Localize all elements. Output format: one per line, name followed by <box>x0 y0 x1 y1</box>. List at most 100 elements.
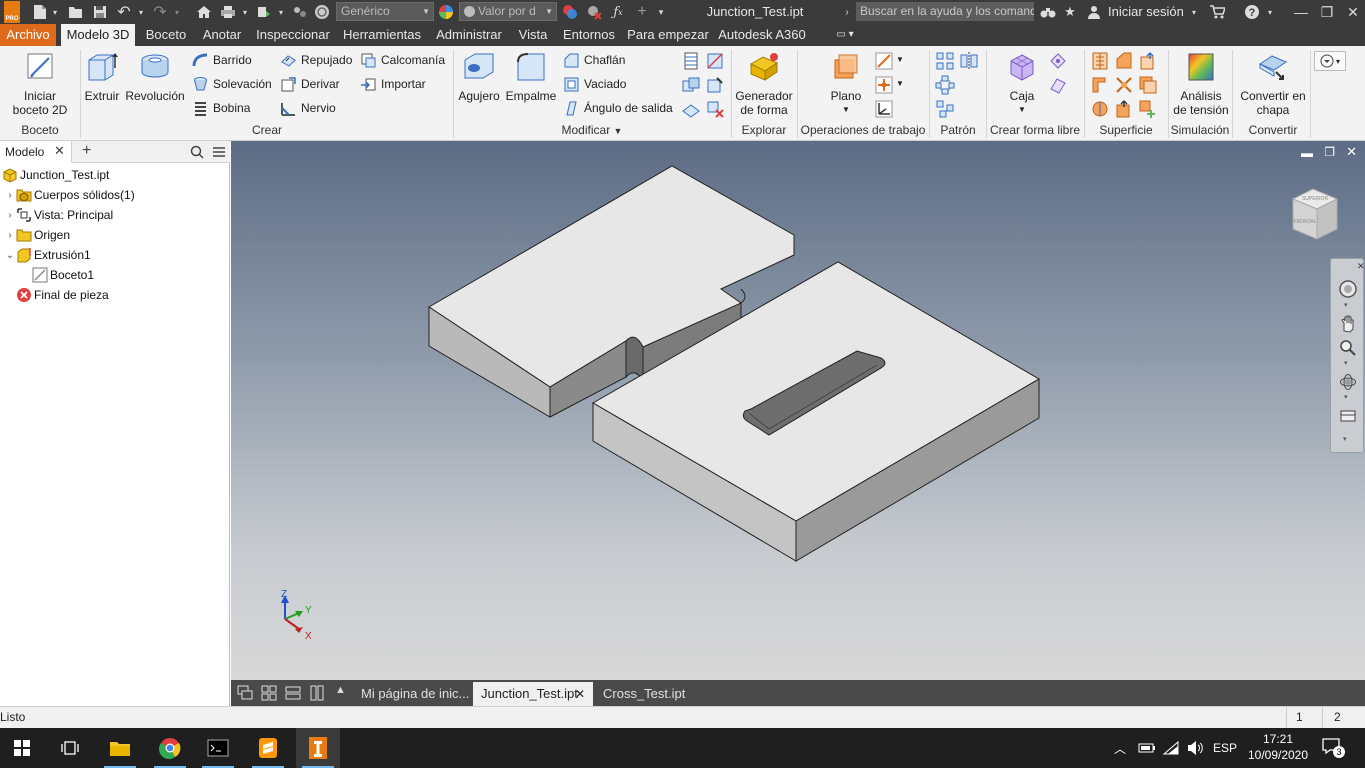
freeform-edit-icon[interactable] <box>1048 51 1068 71</box>
mirror-icon[interactable] <box>959 51 979 71</box>
help-icon[interactable]: ? <box>1242 3 1262 21</box>
undo-dropdown-icon[interactable]: ▾ <box>136 3 146 21</box>
add-tab-icon[interactable]: + <box>82 142 91 160</box>
close-icon[interactable]: ✕ <box>1357 261 1365 272</box>
search-icon[interactable] <box>190 145 204 159</box>
doc-tab-junction-test[interactable]: Junction_Test.ipt ✕ <box>473 682 593 706</box>
tab-sketch[interactable]: Boceto <box>140 24 192 46</box>
taskbar-chrome[interactable] <box>148 728 192 768</box>
doc-tab-cross-test[interactable]: Cross_Test.ipt <box>595 682 695 706</box>
chevron-right-icon[interactable]: › <box>4 230 16 241</box>
delete-face-icon[interactable] <box>705 99 725 119</box>
minimize-icon[interactable]: — <box>1290 3 1312 21</box>
tab-inspect[interactable]: Inspeccionar <box>252 24 334 46</box>
new-dropdown-icon[interactable]: ▾ <box>50 3 60 21</box>
tree-item-sketch[interactable]: Boceto1 <box>32 265 94 285</box>
home-icon[interactable] <box>194 3 214 21</box>
navbar-options-icon[interactable]: ▾ <box>1343 435 1347 443</box>
work-point-icon[interactable] <box>874 75 894 95</box>
viewport-restore-icon[interactable]: ❐ <box>1324 145 1335 159</box>
action-center-button[interactable]: 3 <box>1322 738 1345 758</box>
taskbar-inventor[interactable] <box>296 728 340 768</box>
tile-vertical-icon[interactable] <box>309 685 325 701</box>
chevron-down-icon[interactable]: ⌄ <box>4 250 16 261</box>
sketch-pattern-icon[interactable] <box>935 99 955 119</box>
chevron-right-icon[interactable]: › <box>4 190 16 201</box>
add-icon[interactable]: + <box>632 3 652 21</box>
tab-3d-model[interactable]: Modelo 3D <box>61 24 135 46</box>
volume-icon[interactable] <box>1186 740 1204 756</box>
extend-surface-icon[interactable] <box>1138 75 1158 95</box>
coil-button[interactable]: Bobina <box>192 98 250 118</box>
shell-button[interactable]: Vaciado <box>563 74 626 94</box>
help-dropdown-icon[interactable]: ▾ <box>1264 3 1276 21</box>
tile-horizontal-icon[interactable] <box>285 685 301 701</box>
boundary-patch-icon[interactable] <box>1090 75 1110 95</box>
tree-item-view[interactable]: › Vista: Principal <box>4 205 113 225</box>
chevron-down-icon[interactable]: ▼ <box>896 55 904 64</box>
select-filter-icon[interactable] <box>290 3 310 21</box>
cascade-windows-icon[interactable] <box>237 685 253 701</box>
chevron-right-icon[interactable]: › <box>4 210 16 221</box>
trim-surface-icon[interactable] <box>1114 75 1134 95</box>
hole-button[interactable]: Agujero <box>456 50 502 103</box>
chevron-down-icon[interactable]: ▾ <box>1344 301 1348 309</box>
replace-face-icon[interactable] <box>1090 99 1110 119</box>
chevron-down-icon[interactable]: ▾ <box>1344 359 1348 367</box>
tab-environments[interactable]: Entornos <box>558 24 620 46</box>
clear-appearance-icon[interactable] <box>584 3 604 21</box>
customize-quick-access-icon[interactable]: ▾ <box>654 3 668 21</box>
binoculars-icon[interactable] <box>1038 3 1058 21</box>
update-dropdown-icon[interactable]: ▾ <box>276 3 286 21</box>
taskbar-sublime[interactable] <box>246 728 290 768</box>
open-file-icon[interactable] <box>66 3 86 21</box>
orbit-icon[interactable] <box>1339 373 1357 391</box>
derive-button[interactable]: Derivar <box>280 74 340 94</box>
battery-icon[interactable] <box>1138 741 1156 755</box>
ribbon-display-toggle-icon[interactable]: ▭ ▾ <box>830 24 860 46</box>
viewport-minimize-icon[interactable]: ▬ <box>1301 146 1313 160</box>
ribbon-options-button[interactable]: ▾ <box>1314 51 1346 71</box>
adjust-appearance-icon[interactable] <box>560 3 580 21</box>
taskbar-terminal[interactable] <box>196 728 240 768</box>
stitch-icon[interactable] <box>1090 51 1110 71</box>
tab-manage[interactable]: Administrar <box>430 24 508 46</box>
fillet-button[interactable]: Empalme <box>504 50 558 103</box>
language-indicator[interactable]: ESP <box>1213 741 1237 755</box>
wifi-icon[interactable] <box>1162 740 1180 756</box>
close-icon[interactable]: ✕ <box>575 682 585 706</box>
material-combo[interactable]: Genérico ▼ <box>336 2 434 21</box>
start-button[interactable] <box>0 728 44 768</box>
pan-hand-icon[interactable] <box>1339 315 1357 333</box>
cart-icon[interactable] <box>1206 3 1228 21</box>
tile-windows-icon[interactable] <box>261 685 277 701</box>
draft-button[interactable]: Ángulo de salida <box>563 98 673 118</box>
direct-edit-icon[interactable] <box>705 75 725 95</box>
tree-item-extrusion[interactable]: ⌄ Extrusión1 <box>4 245 91 265</box>
viewport-close-icon[interactable]: ✕ <box>1346 144 1357 160</box>
sign-in-link[interactable]: Iniciar sesión <box>1108 4 1184 19</box>
chamfer-button[interactable]: Chaflán <box>563 50 625 70</box>
ucs-icon[interactable] <box>874 99 894 119</box>
chevron-up-icon[interactable]: ▲ <box>335 684 346 696</box>
rectangular-pattern-icon[interactable] <box>935 51 955 71</box>
restore-icon[interactable]: ❐ <box>1316 3 1338 21</box>
tab-annotate[interactable]: Anotar <box>197 24 247 46</box>
chevron-right-icon[interactable]: › <box>840 3 854 21</box>
start-2d-sketch-button[interactable]: Iniciar boceto 2D <box>8 50 72 117</box>
material-sphere-icon[interactable] <box>312 3 332 21</box>
menu-icon[interactable] <box>212 146 226 158</box>
look-at-icon[interactable] <box>1339 407 1357 425</box>
redo-dropdown-icon[interactable]: ▾ <box>172 3 182 21</box>
task-view-button[interactable] <box>48 728 92 768</box>
convert-sheet-metal-button[interactable]: Convertir en chapa <box>1236 50 1310 117</box>
tab-file[interactable]: Archivo <box>0 24 56 46</box>
graphics-viewport[interactable]: ▬ ❐ ✕ SUPERIOR FRONTAL ✕ ▾ ▾ ▾ ▾ Z Y X <box>231 141 1365 680</box>
chevron-down-icon[interactable]: ▾ <box>1344 393 1348 401</box>
redo-icon[interactable]: ↷ <box>150 3 170 21</box>
tree-item-solid-bodies[interactable]: › Cuerpos sólidos(1) <box>4 185 134 205</box>
emboss-button[interactable]: Repujado <box>280 50 352 70</box>
work-plane-button[interactable]: Plano ▼ <box>824 50 868 117</box>
tab-get-started[interactable]: Para empezar <box>626 24 710 46</box>
app-logo[interactable]: PRO <box>4 1 20 23</box>
